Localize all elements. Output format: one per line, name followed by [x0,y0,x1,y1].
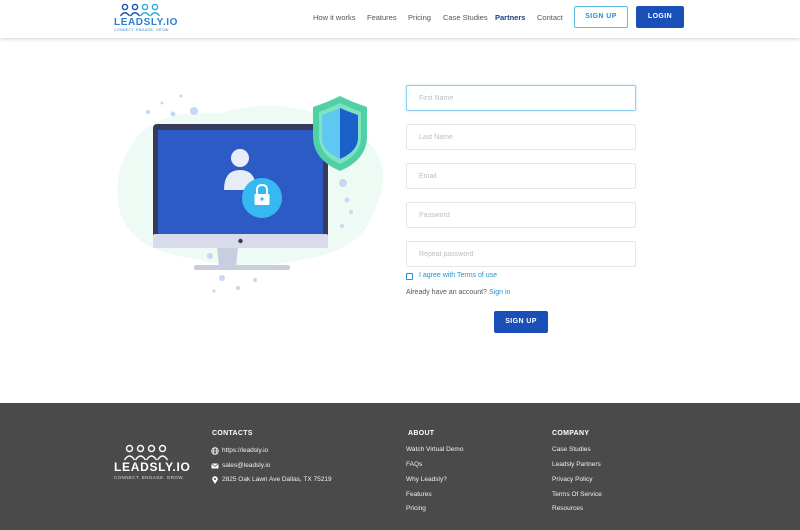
location-pin-icon [212,476,218,484]
logo-tagline: CONNECT. ENGAGE. GROW. [114,28,170,32]
security-illustration [117,94,384,293]
top-navbar: LEADSLY.IO CONNECT. ENGAGE. GROW. How it… [0,0,800,38]
company-link-terms[interactable]: Terms Of Service [552,491,602,498]
terms-checkbox[interactable] [406,273,413,280]
sign-in-link[interactable]: Sign in [489,289,510,296]
footer-logo-tagline: CONNECT. ENGAGE. GROW. [114,475,185,480]
company-heading: COMPANY [552,430,590,437]
nav-pricing[interactable]: Pricing [408,13,431,22]
footer-logo-brand-text: LEADSLY.IO [114,460,191,474]
about-heading: ABOUT [408,430,435,437]
nav-case-studies[interactable]: Case Studies [443,13,488,22]
nav-contact[interactable]: Contact [537,13,563,22]
have-account-text: Already have an account? [406,289,487,296]
contact-email[interactable]: sales@leadsly.io [222,462,270,469]
footer-logo[interactable]: LEADSLY.IO CONNECT. ENGAGE. GROW. [114,444,191,488]
terms-label[interactable]: I agree with Terms of use [419,272,497,279]
contacts-heading: CONTACTS [212,430,253,437]
last-name-input[interactable] [406,124,636,150]
people-logo-icon [123,444,169,461]
about-link-faqs[interactable]: FAQs [406,461,422,468]
logo-brand-text: LEADSLY.IO [114,17,178,28]
nav-partners[interactable]: Partners [495,13,525,22]
about-link-pricing[interactable]: Pricing [406,505,426,512]
contact-website[interactable]: https://leadsly.io [222,447,268,454]
about-link-demo[interactable]: Watch Virtual Demo [406,446,463,453]
globe-icon [211,447,219,455]
nav-how-it-works[interactable]: How it works [313,13,356,22]
header-login-button[interactable]: LOGIN [636,6,684,28]
envelope-icon [211,463,219,469]
about-link-why[interactable]: Why Leadsly? [406,476,447,483]
first-name-input[interactable] [406,85,636,111]
people-logo-icon [119,3,161,17]
footer: LEADSLY.IO CONNECT. ENGAGE. GROW. CONTAC… [0,403,800,530]
password-input[interactable] [406,202,636,228]
leadsly-logo[interactable]: LEADSLY.IO CONNECT. ENGAGE. GROW. [114,3,178,33]
signup-submit-button[interactable]: SIGN UP [494,311,548,333]
email-input[interactable] [406,163,636,189]
nav-features[interactable]: Features [367,13,397,22]
company-link-partners[interactable]: Leadsly Partners [552,461,601,468]
company-link-privacy[interactable]: Privacy Policy [552,476,592,483]
contact-address: 2825 Oak Lawn Ave Dallas, TX 75219 [222,476,332,483]
company-link-resources[interactable]: Resources [552,505,583,512]
about-link-features[interactable]: Features [406,491,432,498]
repeat-password-input[interactable] [406,241,636,267]
company-link-case-studies[interactable]: Case Studies [552,446,591,453]
header-signup-button[interactable]: SIGN UP [574,6,628,28]
